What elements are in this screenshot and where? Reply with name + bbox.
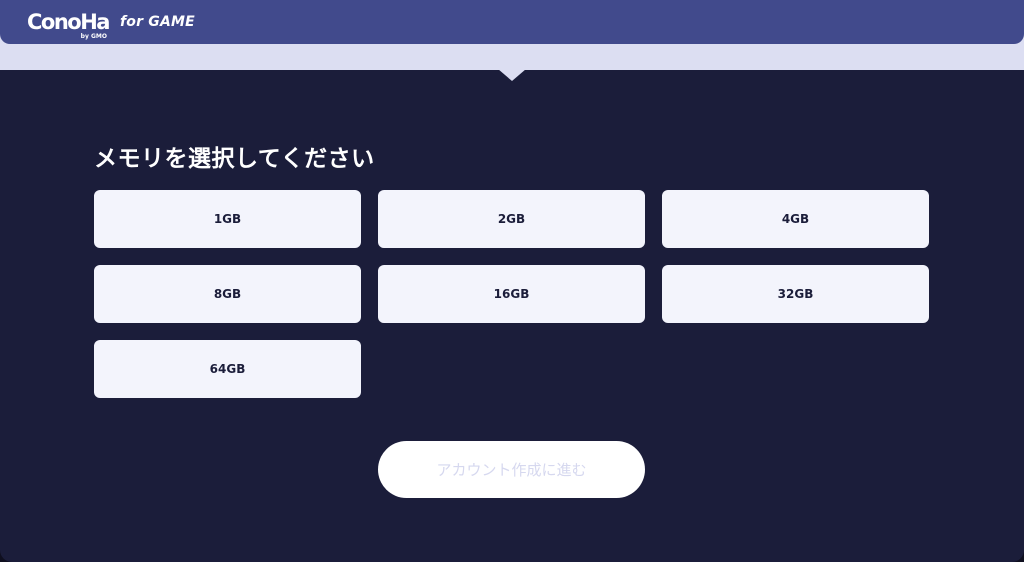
memory-option-8gb[interactable]: 8GB <box>94 265 361 323</box>
step-indicator-arrow <box>498 69 526 81</box>
memory-option-32gb[interactable]: 32GB <box>662 265 929 323</box>
memory-option-2gb[interactable]: 2GB <box>378 190 645 248</box>
memory-option-4gb[interactable]: 4GB <box>662 190 929 248</box>
logo-wordmark: ConoHa by GMO <box>27 9 110 39</box>
conoha-logo[interactable]: ConoHa by GMO for GAME <box>27 9 195 39</box>
app-frame: ConoHa by GMO for GAME メモリを選択してください 1GB … <box>0 0 1024 562</box>
logo-tagline: for GAME <box>119 14 195 30</box>
logo-sub-text: by GMO <box>80 32 107 40</box>
memory-option-16gb[interactable]: 16GB <box>378 265 645 323</box>
proceed-to-account-button[interactable]: アカウント作成に進む <box>378 441 645 498</box>
memory-options-grid: 1GB 2GB 4GB 8GB 16GB 32GB 64GB <box>94 190 930 398</box>
logo-text: ConoHa <box>27 9 110 34</box>
header-bar: ConoHa by GMO for GAME <box>0 0 1024 44</box>
memory-option-1gb[interactable]: 1GB <box>94 190 361 248</box>
memory-option-64gb[interactable]: 64GB <box>94 340 361 398</box>
page-title: メモリを選択してください <box>94 146 375 172</box>
